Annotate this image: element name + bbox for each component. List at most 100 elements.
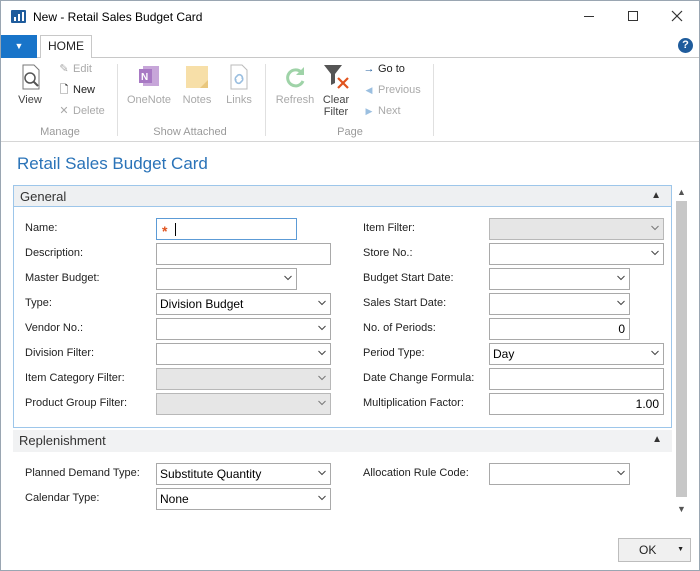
planned-demand-type-label: Planned Demand Type: <box>25 467 140 479</box>
general-title: General <box>20 189 67 204</box>
calendar-type-select[interactable]: None <box>156 488 331 510</box>
type-value: Division Budget <box>160 297 244 311</box>
collapse-caret-icon[interactable]: ▲ <box>652 434 662 445</box>
pencil-icon: ✎ <box>59 63 69 75</box>
group-label-show-attached: Show Attached <box>153 126 227 138</box>
group-label-manage: Manage <box>40 126 80 138</box>
type-label: Type: <box>25 297 52 309</box>
close-icon[interactable] <box>655 5 699 29</box>
chevron-down-icon <box>318 400 326 406</box>
refresh-icon <box>280 62 310 92</box>
period-type-select[interactable]: Day <box>489 343 664 365</box>
master-budget-field[interactable] <box>156 268 297 290</box>
group-label-page: Page <box>337 126 363 138</box>
chevron-down-icon <box>651 225 659 231</box>
product-group-filter-field[interactable] <box>156 393 331 415</box>
collapse-caret-icon[interactable]: ▲ <box>651 190 661 201</box>
chevron-down-icon <box>318 350 326 356</box>
clear-filter-icon <box>321 62 351 92</box>
triangle-right-icon: ▶ <box>365 106 373 116</box>
ribbon-menu-dropdown-icon[interactable]: ▼ <box>1 35 37 58</box>
edit-label: Edit <box>73 63 92 75</box>
budget-start-date-field[interactable] <box>489 268 630 290</box>
chevron-down-icon <box>617 300 625 306</box>
multiplication-factor-field[interactable]: 1.00 <box>489 393 664 415</box>
onenote-button[interactable]: N OneNote <box>123 62 175 106</box>
links-label: Links <box>226 94 252 106</box>
store-no-field[interactable] <box>489 243 664 265</box>
ribbon-group-show-attached: N OneNote Notes Links Show Attached <box>119 58 261 142</box>
clear-filter-label-2: Filter <box>323 106 349 118</box>
date-change-formula-field[interactable] <box>489 368 664 390</box>
retail-sales-budget-window: New - Retail Sales Budget Card ▼ HOME ? … <box>0 0 700 571</box>
onenote-icon: N <box>134 62 164 92</box>
ribbon: View ✎ Edit 🗋 New ✕ Delete Manage N OneNote <box>1 58 699 142</box>
multiplication-factor-label: Multiplication Factor: <box>363 397 464 409</box>
name-field[interactable]: * <box>156 218 297 240</box>
notes-icon <box>182 62 212 92</box>
page-title: Retail Sales Budget Card <box>17 154 208 173</box>
planned-demand-type-select[interactable]: Substitute Quantity <box>156 463 331 485</box>
triangle-left-icon: ◀ <box>365 85 373 95</box>
scrollbar-thumb[interactable] <box>676 201 687 497</box>
minimize-icon[interactable] <box>567 5 611 29</box>
chevron-down-icon <box>318 495 326 501</box>
chevron-down-icon <box>318 470 326 476</box>
tab-home[interactable]: HOME <box>40 35 92 59</box>
sales-start-date-field[interactable] <box>489 293 630 315</box>
item-filter-field[interactable] <box>489 218 664 240</box>
ribbon-separator <box>433 64 434 136</box>
new-button[interactable]: 🗋 New <box>57 81 95 99</box>
type-select[interactable]: Division Budget <box>156 293 331 315</box>
goto-label: Go to <box>378 63 405 75</box>
general-header[interactable]: General ▲ <box>13 185 672 207</box>
chevron-down-icon <box>318 375 326 381</box>
view-icon <box>15 62 45 92</box>
next-button[interactable]: ▶ Next <box>362 102 401 120</box>
view-label: View <box>18 94 42 106</box>
notes-button[interactable]: Notes <box>179 62 215 106</box>
clear-filter-button[interactable]: Clear Filter <box>319 62 353 118</box>
refresh-button[interactable]: Refresh <box>271 62 319 106</box>
window-title: New - Retail Sales Budget Card <box>33 10 203 24</box>
links-button[interactable]: Links <box>221 62 257 106</box>
replenishment-header[interactable]: Replenishment ▲ <box>13 430 672 452</box>
allocation-rule-code-field[interactable] <box>489 463 630 485</box>
no-of-periods-field[interactable]: 0 <box>489 318 630 340</box>
chevron-down-icon <box>318 325 326 331</box>
goto-button[interactable]: → Go to <box>362 60 405 78</box>
vertical-scrollbar[interactable]: ▲ ▼ <box>674 185 689 516</box>
maximize-icon[interactable] <box>611 5 655 29</box>
vendor-no-field[interactable] <box>156 318 331 340</box>
date-change-formula-label: Date Change Formula: <box>363 372 475 384</box>
scroll-down-icon[interactable]: ▼ <box>674 502 689 516</box>
vendor-no-label: Vendor No.: <box>25 322 84 334</box>
scroll-up-icon[interactable]: ▲ <box>674 185 689 199</box>
ribbon-tab-bar: ▼ HOME ? <box>1 32 699 59</box>
description-field[interactable] <box>156 243 331 265</box>
dropdown-arrow-icon[interactable]: ▼ <box>677 546 684 553</box>
delete-label: Delete <box>73 105 105 117</box>
item-filter-label: Item Filter: <box>363 222 415 234</box>
text-cursor <box>175 223 176 236</box>
item-category-filter-field[interactable] <box>156 368 331 390</box>
title-bar: New - Retail Sales Budget Card <box>1 1 699 32</box>
period-type-label: Period Type: <box>363 347 425 359</box>
previous-button[interactable]: ◀ Previous <box>362 81 421 99</box>
budget-start-date-label: Budget Start Date: <box>363 272 454 284</box>
ok-label: OK <box>639 543 657 557</box>
ok-button[interactable]: OK ▼ <box>618 538 691 562</box>
edit-button[interactable]: ✎ Edit <box>57 60 92 78</box>
view-button[interactable]: View <box>11 62 49 106</box>
help-icon[interactable]: ? <box>678 38 693 53</box>
new-label: New <box>73 84 96 96</box>
division-filter-label: Division Filter: <box>25 347 95 359</box>
chevron-down-icon <box>651 250 659 256</box>
delete-x-icon: ✕ <box>59 105 69 117</box>
division-filter-field[interactable] <box>156 343 331 365</box>
svg-text:N: N <box>141 72 148 83</box>
allocation-rule-code-label: Allocation Rule Code: <box>363 467 469 479</box>
delete-button[interactable]: ✕ Delete <box>57 102 105 120</box>
name-label: Name: <box>25 222 58 234</box>
previous-label: Previous <box>378 84 421 96</box>
